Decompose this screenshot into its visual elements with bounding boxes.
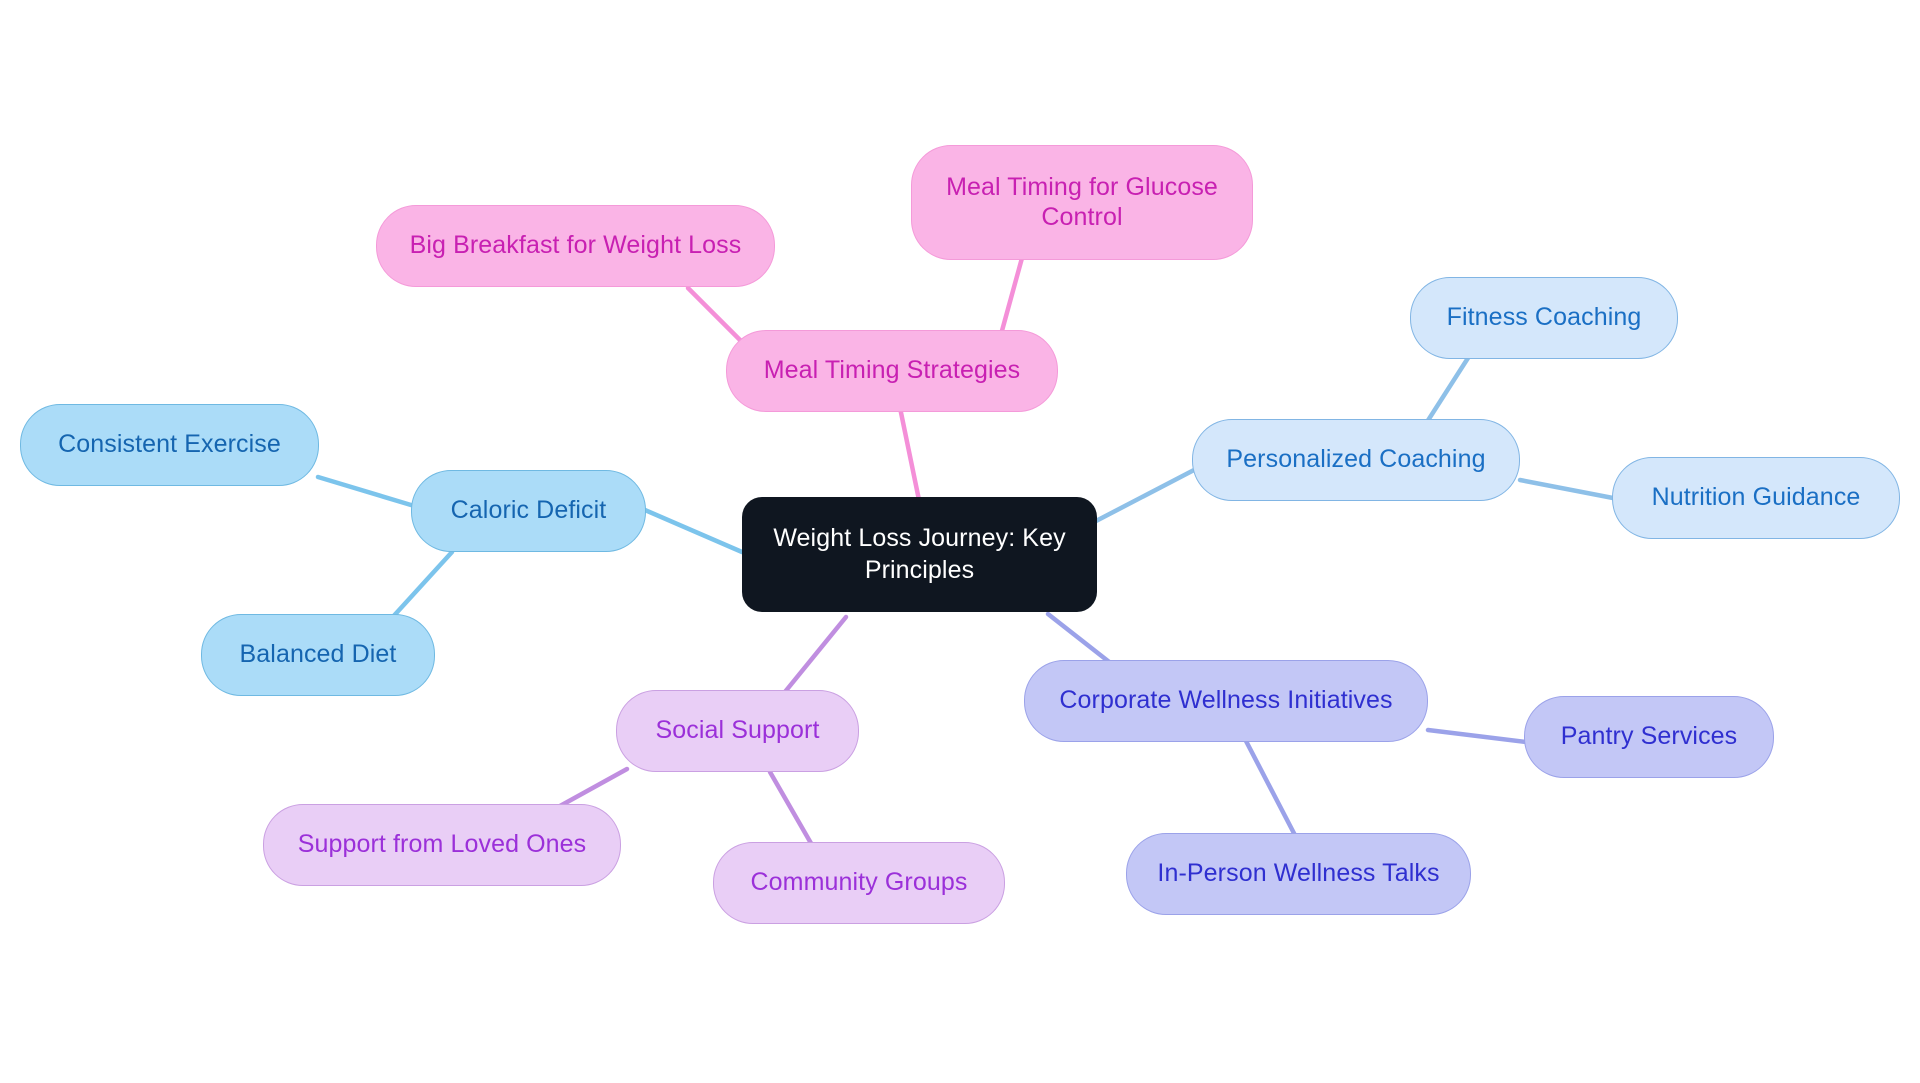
edge-corporate-wellness-in-person-talks xyxy=(1243,738,1301,844)
branch-node-corporate-wellness-initiatives[interactable]: Corporate Wellness Initiatives xyxy=(1024,660,1428,742)
edge-personalized-coaching-nutrition-guidance xyxy=(1517,477,1616,501)
leaf-node-big-breakfast-for-weight-loss[interactable]: Big Breakfast for Weight Loss xyxy=(376,205,775,287)
leaf-node-balanced-diet[interactable]: Balanced Diet xyxy=(201,614,435,696)
leaf-node-support-from-loved-ones[interactable]: Support from Loved Ones xyxy=(263,804,621,886)
mindmap-canvas: Weight Loss Journey: Key Principles Calo… xyxy=(0,0,1920,1083)
edge-social-support-community-groups xyxy=(767,769,815,848)
edge-social-support-loved-ones xyxy=(557,766,630,809)
edge-root-caloric-deficit xyxy=(642,507,745,555)
edge-root-social-support xyxy=(777,614,849,701)
leaf-node-pantry-services[interactable]: Pantry Services xyxy=(1524,696,1774,778)
leaf-node-nutrition-guidance[interactable]: Nutrition Guidance xyxy=(1612,457,1900,539)
leaf-node-meal-timing-for-glucose-control[interactable]: Meal Timing for Glucose Control xyxy=(911,145,1253,260)
edge-root-meal-timing-strategies xyxy=(895,395,922,503)
edge-meal-timing-glucose-control xyxy=(997,255,1025,341)
branch-node-caloric-deficit[interactable]: Caloric Deficit xyxy=(411,470,646,552)
branch-node-personalized-coaching[interactable]: Personalized Coaching xyxy=(1192,419,1520,501)
leaf-node-consistent-exercise[interactable]: Consistent Exercise xyxy=(20,404,319,486)
branch-node-social-support[interactable]: Social Support xyxy=(616,690,859,772)
edge-corporate-wellness-pantry-services xyxy=(1425,727,1529,745)
edge-caloric-deficit-balanced-diet xyxy=(387,549,455,623)
branch-node-meal-timing-strategies[interactable]: Meal Timing Strategies xyxy=(726,330,1058,412)
edge-meal-timing-big-breakfast xyxy=(685,285,743,343)
edge-root-personalized-coaching xyxy=(1093,467,1197,524)
edge-caloric-deficit-consistent-exercise xyxy=(315,474,414,508)
leaf-node-community-groups[interactable]: Community Groups xyxy=(713,842,1005,924)
leaf-node-in-person-wellness-talks[interactable]: In-Person Wellness Talks xyxy=(1126,833,1471,915)
root-node[interactable]: Weight Loss Journey: Key Principles xyxy=(742,497,1097,612)
leaf-node-fitness-coaching[interactable]: Fitness Coaching xyxy=(1410,277,1678,359)
